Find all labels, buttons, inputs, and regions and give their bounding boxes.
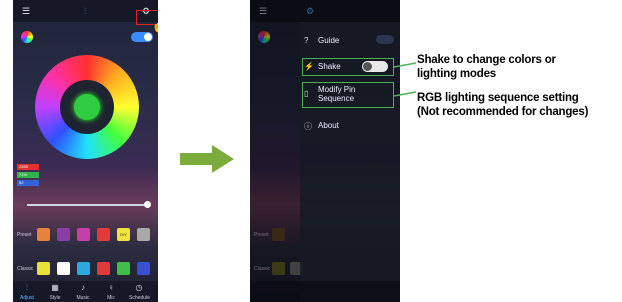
selected-color-indicator: [74, 94, 100, 120]
brightness-slider-thumb[interactable]: [144, 201, 151, 208]
classic-swatch[interactable]: [57, 262, 70, 275]
classic-swatch[interactable]: [117, 262, 130, 275]
shake-callout-line: [393, 62, 417, 68]
bottom-nav: [250, 281, 400, 302]
preset-label: Preset: [17, 232, 32, 238]
app-screen-main: ☰ ⫶ ⚙ ☝ 2393 71% 52 Preset DIY Classic ⫶…: [13, 0, 158, 302]
pointer-hand-icon: ☝: [151, 17, 158, 34]
mic-icon[interactable]: ♀: [101, 283, 121, 292]
pin-callout-line: [393, 91, 417, 97]
info-icon: ⓘ: [304, 122, 312, 131]
red-value-chip: 2393: [17, 164, 39, 170]
rgb-annotation: RGB lighting sequence setting (Not recom…: [417, 92, 589, 118]
schedule-icon[interactable]: ◷: [129, 283, 149, 292]
nav-label-style[interactable]: Style: [45, 295, 65, 301]
classic-swatch[interactable]: [37, 262, 50, 275]
menu-item-guide[interactable]: Guide: [318, 36, 339, 45]
preset-swatch[interactable]: [137, 228, 150, 241]
shake-annotation: Shake to change colors or lighting modes: [417, 54, 556, 80]
preset-swatch-diy[interactable]: DIY: [117, 228, 130, 241]
app-screen-menu-open: ☰ ⚙ Preset Classic ? Guide ⚡ Shake ▯ Mod…: [250, 0, 400, 302]
power-toggle[interactable]: [131, 32, 153, 42]
classic-swatch[interactable]: [97, 262, 110, 275]
menu-item-shake[interactable]: Shake: [318, 62, 341, 71]
brightness-slider[interactable]: [27, 204, 145, 206]
classic-label: Classic: [17, 266, 34, 272]
preset-swatch[interactable]: [37, 228, 50, 241]
shake-icon: ⚡: [304, 62, 314, 71]
sliders-icon[interactable]: ⫶: [79, 6, 91, 16]
preset-swatch[interactable]: [57, 228, 70, 241]
classic-swatch[interactable]: [77, 262, 90, 275]
adjust-icon[interactable]: ⫶: [17, 283, 37, 293]
nav-label-schedule[interactable]: Schedule: [129, 295, 150, 301]
nav-label-music[interactable]: Music: [73, 295, 93, 301]
preset-swatch[interactable]: [77, 228, 90, 241]
question-icon: ?: [304, 36, 309, 45]
hamburger-icon[interactable]: ☰: [20, 6, 32, 16]
menu-item-about[interactable]: About: [318, 121, 339, 130]
guide-toggle[interactable]: [376, 35, 394, 44]
arrow-shape: [180, 145, 234, 173]
music-icon[interactable]: ♪: [73, 283, 93, 292]
style-icon[interactable]: ▦: [45, 283, 65, 292]
nav-label-mic[interactable]: Mic: [101, 295, 121, 301]
blue-value-chip: 52: [17, 180, 39, 186]
classic-swatch[interactable]: [137, 262, 150, 275]
callout-lines: [393, 62, 417, 97]
preset-swatch[interactable]: [97, 228, 110, 241]
color-picker-icon[interactable]: [21, 31, 33, 43]
pin-icon: ▯: [304, 89, 309, 98]
nav-label-adjust[interactable]: Adjust: [17, 295, 37, 301]
green-value-chip: 71%: [17, 172, 39, 178]
arrow-icon: [180, 145, 234, 173]
